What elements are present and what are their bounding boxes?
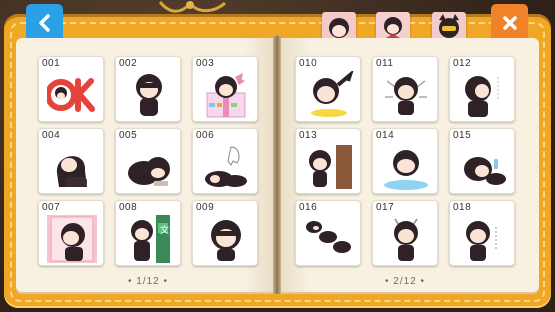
- sleeping-girl-art: [128, 157, 170, 186]
- sticker-card[interactable]: 012: [449, 56, 515, 122]
- lying-girl-art: [464, 157, 506, 185]
- sticker-number: 004: [42, 130, 61, 141]
- chibi-girl-art: [211, 220, 241, 261]
- chibi-girl-art: [136, 74, 162, 116]
- sticker-card[interactable]: 008 文: [115, 200, 181, 266]
- sticker-card[interactable]: 015: [449, 128, 515, 194]
- sticker-ok-art: [47, 78, 95, 112]
- chibi-girl-art: [311, 71, 354, 117]
- chibi-girl-art: [394, 218, 418, 261]
- sticker-card[interactable]: 003: [192, 56, 258, 122]
- sticker-card[interactable]: 001: [38, 56, 104, 122]
- sticker-card[interactable]: 017: [372, 200, 438, 266]
- sticker-number: 014: [376, 130, 395, 141]
- excited-girl-art: [385, 77, 427, 115]
- sticker-number: 013: [299, 130, 318, 141]
- sticker-card[interactable]: 018: [449, 200, 515, 266]
- sticker-card[interactable]: 016: [295, 200, 361, 266]
- sticker-card[interactable]: 005: [115, 128, 181, 194]
- sticker-number: 005: [119, 130, 138, 141]
- page-indicator-left: • 1/12 •: [128, 276, 169, 287]
- close-button[interactable]: [491, 4, 528, 41]
- sticker-card[interactable]: 013: [295, 128, 361, 194]
- sticker-number: 016: [299, 202, 318, 213]
- sticker-card[interactable]: 010: [295, 56, 361, 122]
- sticker-number: 007: [42, 202, 61, 213]
- sticker-card[interactable]: 006: [192, 128, 258, 194]
- ghost-girl-art: [205, 146, 247, 187]
- back-button[interactable]: [26, 4, 63, 41]
- sticker-card[interactable]: 004: [38, 128, 104, 194]
- sticker-card[interactable]: 014: [372, 128, 438, 194]
- sticker-card[interactable]: 009: [192, 200, 258, 266]
- sticker-number: 018: [453, 202, 472, 213]
- sign-label: 文: [160, 226, 170, 236]
- sticker-number: 003: [196, 58, 215, 69]
- chibi-girl-art: [465, 76, 499, 117]
- page-indicator-right: • 2/12 •: [385, 276, 426, 287]
- sticker-number: 015: [453, 130, 472, 141]
- crying-girl-art: [384, 150, 428, 190]
- sticker-number: 011: [376, 58, 394, 69]
- sticker-number: 012: [453, 58, 472, 69]
- gift-box-art: [206, 73, 246, 118]
- book-spine: [273, 36, 281, 294]
- sticker-card[interactable]: 002: [115, 56, 181, 122]
- curtain-girl-art: [47, 215, 97, 263]
- sticker-number: 017: [376, 202, 395, 213]
- sticker-number: 006: [196, 130, 215, 141]
- chibi-girl-art: [56, 156, 87, 187]
- pillar-girl-art: [309, 145, 352, 189]
- sticker-number: 008: [119, 202, 138, 213]
- rolling-girl-art: [306, 221, 351, 253]
- sticker-number: 010: [299, 58, 318, 69]
- sticker-number: 009: [196, 202, 215, 213]
- close-icon: [502, 15, 517, 30]
- chibi-girl-art: [466, 221, 497, 261]
- sticker-number: 002: [119, 58, 138, 69]
- sticker-number: 001: [42, 58, 61, 69]
- sticker-card[interactable]: 007: [38, 200, 104, 266]
- sticker-card[interactable]: 011: [372, 56, 438, 122]
- chevron-left-icon: [38, 13, 50, 32]
